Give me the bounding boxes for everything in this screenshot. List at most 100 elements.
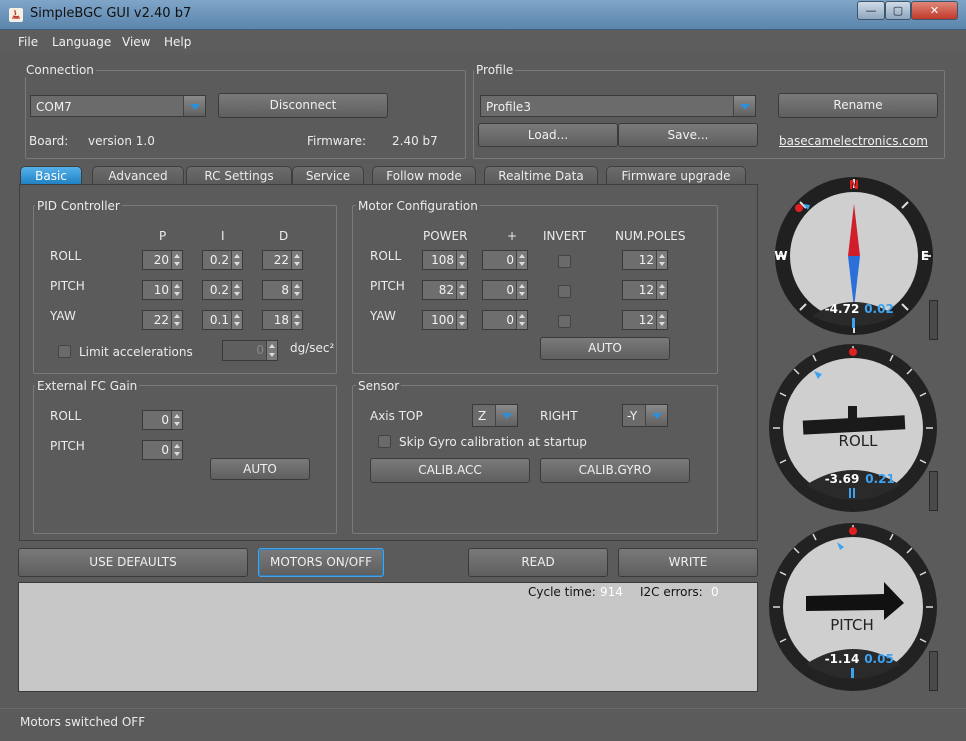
value: 0.1 xyxy=(209,313,229,327)
stepper-arrows-icon[interactable] xyxy=(171,411,182,429)
motors-on-off-button[interactable]: MOTORS ON/OFF xyxy=(258,548,384,577)
minimize-button[interactable]: — xyxy=(857,1,885,20)
pitch-angle-readout: -1.14 xyxy=(825,652,860,666)
stepper-arrows-icon[interactable] xyxy=(231,311,242,329)
menu-language[interactable]: Language xyxy=(52,35,111,49)
menu-help[interactable]: Help xyxy=(164,35,191,49)
profile-select[interactable]: Profile3 xyxy=(480,95,756,117)
target-marker-icon xyxy=(849,348,857,356)
stepper-arrows-icon[interactable] xyxy=(266,341,277,360)
limit-accelerations-spinner[interactable]: 0 xyxy=(222,340,278,361)
tab-realtime-data[interactable]: Realtime Data xyxy=(484,166,598,186)
motor-pitch-power-spinner[interactable]: 82 xyxy=(422,280,468,300)
extfc-roll-label: ROLL xyxy=(50,409,82,423)
pitch-gauge-label: PITCH xyxy=(830,616,874,634)
chevron-down-icon xyxy=(733,96,755,116)
extfc-auto-button[interactable]: AUTO xyxy=(210,458,310,480)
maximize-button[interactable]: ▢ xyxy=(885,1,911,20)
tab-follow-mode[interactable]: Follow mode xyxy=(372,166,476,186)
limit-accelerations-checkbox[interactable] xyxy=(58,345,71,358)
pid-roll-i-spinner[interactable]: 0.2 xyxy=(202,250,243,270)
motor-roll-invert-checkbox[interactable] xyxy=(558,255,571,268)
chevron-down-icon xyxy=(495,405,517,426)
calib-acc-button[interactable]: CALIB.ACC xyxy=(370,458,530,483)
write-button[interactable]: WRITE xyxy=(618,548,758,577)
stepper-arrows-icon[interactable] xyxy=(291,311,302,329)
tab-service[interactable]: Service xyxy=(292,166,364,186)
axis-top-select[interactable]: Z xyxy=(472,404,518,427)
motor-roll-offset-spinner[interactable]: 0 xyxy=(482,250,528,270)
stepper-arrows-icon[interactable] xyxy=(516,251,527,269)
value: 100 xyxy=(431,313,454,327)
menu-bar: File Language View Help xyxy=(0,30,966,54)
stepper-arrows-icon[interactable] xyxy=(656,311,667,329)
pid-roll-p-spinner[interactable]: 20 xyxy=(142,250,183,270)
motor-roll-label: ROLL xyxy=(370,249,402,263)
extfc-pitch-spinner[interactable]: 0 xyxy=(142,440,183,460)
close-button[interactable]: ✕ xyxy=(911,1,958,20)
motor-roll-poles-spinner[interactable]: 12 xyxy=(622,250,668,270)
stepper-arrows-icon[interactable] xyxy=(516,311,527,329)
axis-top-value: Z xyxy=(478,409,487,423)
value: 12 xyxy=(638,283,654,297)
stepper-arrows-icon[interactable] xyxy=(291,251,302,269)
disconnect-button[interactable]: Disconnect xyxy=(218,93,388,118)
motor-yaw-invert-checkbox[interactable] xyxy=(558,315,571,328)
limit-unit-label: dg/sec² xyxy=(290,341,335,355)
motor-pitch-poles-spinner[interactable]: 12 xyxy=(622,280,668,300)
menu-file[interactable]: File xyxy=(18,35,38,49)
motor-yaw-offset-spinner[interactable]: 0 xyxy=(482,310,528,330)
website-link[interactable]: basecamelectronics.com xyxy=(779,134,928,148)
stepper-arrows-icon[interactable] xyxy=(456,281,467,299)
value: 12 xyxy=(638,313,654,327)
value: 0 xyxy=(506,313,514,327)
skip-gyro-checkbox[interactable] xyxy=(378,435,391,448)
tab-basic[interactable]: Basic xyxy=(20,166,82,185)
motor-pitch-invert-checkbox[interactable] xyxy=(558,285,571,298)
pid-pitch-p-spinner[interactable]: 10 xyxy=(142,280,183,300)
calib-gyro-button[interactable]: CALIB.GYRO xyxy=(540,458,690,483)
rename-button[interactable]: Rename xyxy=(778,93,938,118)
firmware-label: Firmware: xyxy=(307,134,367,148)
tab-advanced[interactable]: Advanced xyxy=(92,166,184,186)
pid-pitch-d-spinner[interactable]: 8 xyxy=(262,280,303,300)
pid-pitch-i-spinner[interactable]: 0.2 xyxy=(202,280,243,300)
stepper-arrows-icon[interactable] xyxy=(456,251,467,269)
extfc-roll-spinner[interactable]: 0 xyxy=(142,410,183,430)
stepper-arrows-icon[interactable] xyxy=(291,281,302,299)
status-text: Motors switched OFF xyxy=(20,715,146,729)
motor-yaw-poles-spinner[interactable]: 12 xyxy=(622,310,668,330)
stepper-arrows-icon[interactable] xyxy=(231,281,242,299)
pid-roll-label: ROLL xyxy=(50,249,82,263)
stepper-arrows-icon[interactable] xyxy=(171,281,182,299)
read-button[interactable]: READ xyxy=(468,548,608,577)
motor-yaw-power-spinner[interactable]: 100 xyxy=(422,310,468,330)
port-select[interactable]: COM7 xyxy=(30,95,206,117)
rate-indicator xyxy=(853,488,855,498)
axis-right-select[interactable]: -Y xyxy=(622,404,668,427)
use-defaults-button[interactable]: USE DEFAULTS xyxy=(18,548,248,577)
stepper-arrows-icon[interactable] xyxy=(656,251,667,269)
cycle-time-label: Cycle time: xyxy=(528,585,596,599)
stepper-arrows-icon[interactable] xyxy=(516,281,527,299)
save-button[interactable]: Save... xyxy=(618,123,758,147)
pid-yaw-d-spinner[interactable]: 18 xyxy=(262,310,303,330)
stepper-arrows-icon[interactable] xyxy=(656,281,667,299)
pid-roll-d-spinner[interactable]: 22 xyxy=(262,250,303,270)
stepper-arrows-icon[interactable] xyxy=(231,251,242,269)
stepper-arrows-icon[interactable] xyxy=(171,251,182,269)
pid-yaw-p-spinner[interactable]: 22 xyxy=(142,310,183,330)
menu-view[interactable]: View xyxy=(122,35,150,49)
motor-pitch-offset-spinner[interactable]: 0 xyxy=(482,280,528,300)
motor-header-offset: + xyxy=(507,229,518,243)
stepper-arrows-icon[interactable] xyxy=(171,311,182,329)
load-button[interactable]: Load... xyxy=(478,123,618,147)
motor-auto-button[interactable]: AUTO xyxy=(540,337,670,360)
stepper-arrows-icon[interactable] xyxy=(171,441,182,459)
yaw-compass-gauge: N E W -4.72 0.02 xyxy=(774,177,933,335)
tab-rc-settings[interactable]: RC Settings xyxy=(186,166,292,186)
stepper-arrows-icon[interactable] xyxy=(456,311,467,329)
pid-yaw-i-spinner[interactable]: 0.1 xyxy=(202,310,243,330)
motor-roll-power-spinner[interactable]: 108 xyxy=(422,250,468,270)
tab-firmware-upgrade[interactable]: Firmware upgrade xyxy=(606,166,746,186)
